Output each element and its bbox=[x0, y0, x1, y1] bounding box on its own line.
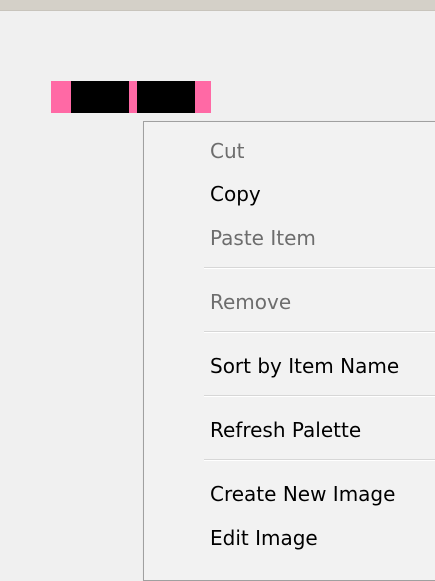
menu-separator bbox=[204, 395, 435, 397]
menu-separator bbox=[204, 267, 435, 269]
menu-item-refresh-palette[interactable]: Refresh Palette bbox=[210, 415, 361, 445]
context-menu: Cut Copy Paste Item Remove Sort by Item … bbox=[143, 121, 435, 581]
menu-item-sort-by-item-name[interactable]: Sort by Item Name bbox=[210, 351, 399, 381]
palette-item-selected[interactable] bbox=[51, 81, 211, 113]
menu-item-create-new-image[interactable]: Create New Image bbox=[210, 479, 395, 509]
menu-item-remove[interactable]: Remove bbox=[210, 287, 291, 317]
palette-swatch bbox=[71, 81, 129, 113]
menu-separator bbox=[204, 459, 435, 461]
menu-item-cut[interactable]: Cut bbox=[210, 136, 244, 166]
window-top-edge bbox=[0, 0, 435, 11]
palette-swatch bbox=[137, 81, 195, 113]
menu-separator bbox=[204, 331, 435, 333]
menu-item-edit-image[interactable]: Edit Image bbox=[210, 523, 318, 553]
menu-item-paste-item[interactable]: Paste Item bbox=[210, 223, 316, 253]
menu-item-copy[interactable]: Copy bbox=[210, 179, 261, 209]
